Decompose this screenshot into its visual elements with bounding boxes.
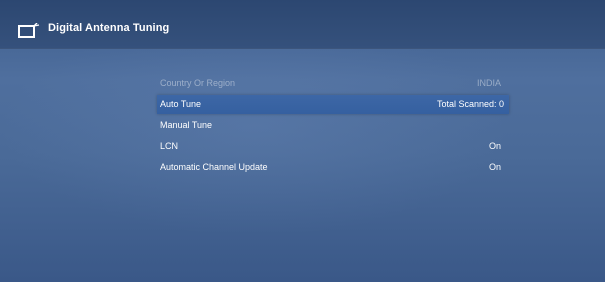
page-title: Digital Antenna Tuning (48, 22, 170, 34)
menu-item-country-region[interactable]: Country Or Region INDIA (157, 74, 509, 93)
menu-item-label: Country Or Region (160, 78, 236, 88)
menu-item-lcn[interactable]: LCN On (157, 137, 509, 156)
tv-settings-screen: Digital Antenna Tuning Country Or Region… (0, 0, 605, 282)
menu-item-automatic-channel-update[interactable]: Automatic Channel Update On (157, 158, 509, 177)
menu-item-label: Auto Tune (160, 99, 202, 109)
header-bar: Digital Antenna Tuning (0, 0, 605, 49)
menu-item-value: On (488, 141, 501, 151)
menu-item-manual-tune[interactable]: Manual Tune (157, 116, 509, 135)
tv-antenna-icon (18, 22, 40, 38)
menu-item-value: INDIA (476, 78, 501, 88)
menu-item-label: Automatic Channel Update (160, 162, 268, 172)
menu-item-value: Total Scanned: 0 (436, 99, 504, 109)
menu-item-value: On (488, 162, 501, 172)
settings-menu: Country Or Region INDIA Auto Tune Total … (157, 74, 509, 179)
menu-item-label: LCN (160, 141, 179, 151)
menu-item-auto-tune[interactable]: Auto Tune Total Scanned: 0 (157, 95, 509, 114)
menu-item-label: Manual Tune (160, 120, 213, 130)
